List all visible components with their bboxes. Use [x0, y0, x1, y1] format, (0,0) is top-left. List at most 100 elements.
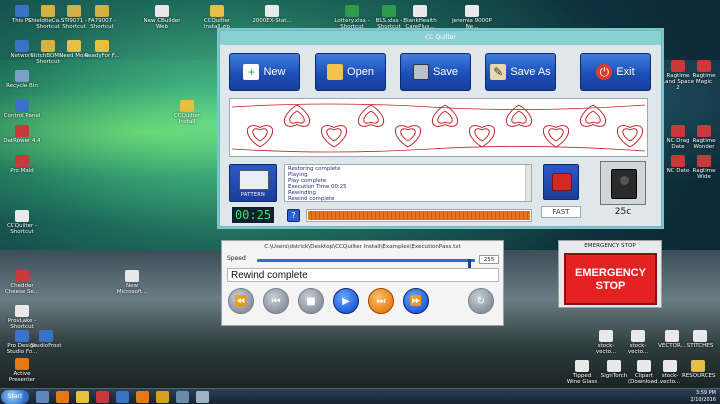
- clock-date: 2/10/2016: [690, 397, 716, 403]
- speed-value[interactable]: 255: [479, 255, 499, 264]
- status-text: Rewind complete: [227, 268, 499, 282]
- desktop-shortcut-icon: [465, 5, 479, 17]
- desktop-shortcut-icon: [697, 155, 711, 167]
- desktop-shortcut-icon: [575, 360, 589, 372]
- file-path: C:\Users\dstrick\Desktop\CCQuilter Insta…: [264, 244, 461, 250]
- repeat-button[interactable]: ↻: [468, 288, 494, 314]
- explorer-icon[interactable]: [76, 391, 89, 403]
- heart-stitch: [289, 110, 305, 124]
- heart-stitch: [468, 125, 496, 148]
- desktop-shortcut-icon: [15, 155, 29, 167]
- desktop-icon[interactable]: New Microsoft...: [110, 270, 154, 295]
- heart-stitch: [363, 110, 379, 124]
- desktop-icon[interactable]: BlankHealth CarePlus...: [398, 5, 442, 30]
- desktop-icon[interactable]: 2000EX-Stat...: [250, 5, 294, 24]
- pattern-button[interactable]: PATTERN: [229, 164, 277, 202]
- desktop-icon[interactable]: ProvLake - Shortcut: [0, 305, 44, 330]
- system-clock[interactable]: 3:59 PM 2/10/2016: [690, 390, 716, 404]
- save-button-label: Save: [432, 66, 459, 78]
- desktop-shortcut-icon: [15, 125, 29, 137]
- step-back-button[interactable]: ⏮: [263, 288, 289, 314]
- desktop-icon[interactable]: stock-vecto...: [590, 330, 622, 355]
- elapsed-timer: 00:25: [232, 207, 274, 223]
- save-button[interactable]: Save: [400, 53, 471, 91]
- speed-row: Speed 255: [227, 255, 499, 269]
- folder-icon: [327, 64, 344, 80]
- desktop-icon[interactable]: ReadyFor F...: [80, 40, 124, 59]
- desktop-icon-label: StudioFrost: [30, 343, 62, 349]
- desktop-shortcut-icon: [671, 125, 685, 137]
- desktop-icon[interactable]: CCQuilter - Shortcut: [0, 210, 44, 235]
- desktop-icon-label: 2000EX-Stat...: [252, 18, 292, 24]
- desktop-shortcut-icon: [15, 358, 29, 370]
- desktop-icon[interactable]: SignTorch: [598, 360, 630, 379]
- pattern-preview[interactable]: [229, 98, 648, 157]
- speed-slider[interactable]: [257, 259, 475, 269]
- step-forward-button[interactable]: ⏭: [368, 288, 394, 314]
- ccquilter-taskbar-icon[interactable]: [136, 391, 149, 403]
- emergency-stop-line2: STOP: [595, 280, 626, 292]
- desktop-icon-label: Chedder Cheese Se...: [4, 283, 40, 295]
- log-scrollbar[interactable]: [525, 165, 531, 201]
- machine-icon: [611, 169, 637, 199]
- log-lines: Restoring complete Playing Play complete Ex…: [288, 166, 528, 201]
- desktop-icon[interactable]: Ragtime Magic: [688, 60, 720, 85]
- fast-forward-icon: ⏩: [409, 295, 423, 307]
- desktop-icon[interactable]: FA79007 - Shortcut: [80, 5, 124, 30]
- step-forward-icon: ⏭: [376, 295, 386, 307]
- desktop-icon[interactable]: Ragtime Wide: [688, 155, 720, 180]
- start-button[interactable]: Start: [1, 390, 29, 404]
- desktop-icon[interactable]: Pro Maid: [0, 155, 44, 174]
- pattern-thumbnail-icon: [239, 170, 269, 190]
- desktop-icon[interactable]: Recycle Bin: [0, 70, 44, 89]
- desktop-icon[interactable]: Active Presenter: [0, 358, 44, 383]
- window-icon[interactable]: [176, 391, 189, 403]
- open-button[interactable]: Open: [315, 53, 386, 91]
- desktop-icon[interactable]: STITCHES: [684, 330, 716, 349]
- desktop-icon[interactable]: Control Panel: [0, 100, 44, 119]
- desktop-icon[interactable]: Chedder Cheese Se...: [0, 270, 44, 295]
- desktop-icon[interactable]: Tipped Wine Glass: [566, 360, 598, 385]
- heart-stitch: [252, 128, 268, 142]
- desktop-icon[interactable]: StudioFrost: [24, 330, 68, 349]
- speed-mode-button[interactable]: [543, 164, 579, 200]
- desktop-icon[interactable]: CCQuilter Install.zip: [195, 5, 239, 30]
- rewind-button[interactable]: ⏪: [228, 288, 254, 314]
- rewind-icon: ⏪: [234, 295, 248, 307]
- save-as-button[interactable]: ✎ Save As: [485, 53, 556, 91]
- new-button[interactable]: + New: [229, 53, 300, 91]
- tools-icon[interactable]: [156, 391, 169, 403]
- ie-icon[interactable]: [36, 391, 49, 403]
- heart-stitch: [474, 128, 490, 142]
- play-button[interactable]: ▶: [333, 288, 359, 314]
- log-textbox[interactable]: Restoring complete Playing Play complete Ex…: [284, 164, 532, 202]
- notepad-icon[interactable]: [196, 391, 209, 403]
- speed-label: Speed: [227, 255, 246, 262]
- exit-button[interactable]: ⏻ Exit: [580, 53, 651, 91]
- help-button[interactable]: ?: [287, 209, 300, 222]
- desktop-icon[interactable]: CCQuilter Install: [165, 100, 209, 125]
- desktop-icon-label: stock-vecto...: [595, 343, 617, 355]
- progress-bar: [306, 209, 532, 222]
- emergency-stop-button[interactable]: EMERGENCY STOP: [564, 253, 657, 305]
- red-toolbox-icon: [552, 173, 572, 191]
- repeat-icon: ↻: [476, 295, 486, 307]
- desktop-shortcut-icon: [39, 330, 53, 342]
- firefox-icon[interactable]: [56, 391, 69, 403]
- fast-forward-button[interactable]: ⏩: [403, 288, 429, 314]
- stop-button[interactable]: ■: [298, 288, 324, 314]
- desktop-icon[interactable]: stock-vecto...: [622, 330, 654, 355]
- desktop-icon[interactable]: New CBuilder Web: [140, 5, 184, 30]
- desktop-icon[interactable]: Ragtime Wonder: [688, 125, 720, 150]
- desktop-icon-label: Recycle Bin: [6, 83, 38, 89]
- desktop-icon[interactable]: DatRower 4.4: [0, 125, 44, 144]
- heart-pattern-graphic: [231, 103, 646, 153]
- desktop-icon-label: CCQuilter Install.zip: [203, 18, 231, 30]
- speed-mode-label: FAST: [541, 206, 581, 218]
- desktop-icon[interactable]: Jeremie 9000P Ne...: [450, 5, 494, 30]
- emergency-stop-line1: EMERGENCY: [575, 267, 646, 279]
- word-icon[interactable]: [116, 391, 129, 403]
- desktop-icon[interactable]: RESOURCES: [682, 360, 716, 379]
- desktop-icon-label: BlankHealth CarePlus...: [403, 18, 437, 30]
- app-icon[interactable]: [96, 391, 109, 403]
